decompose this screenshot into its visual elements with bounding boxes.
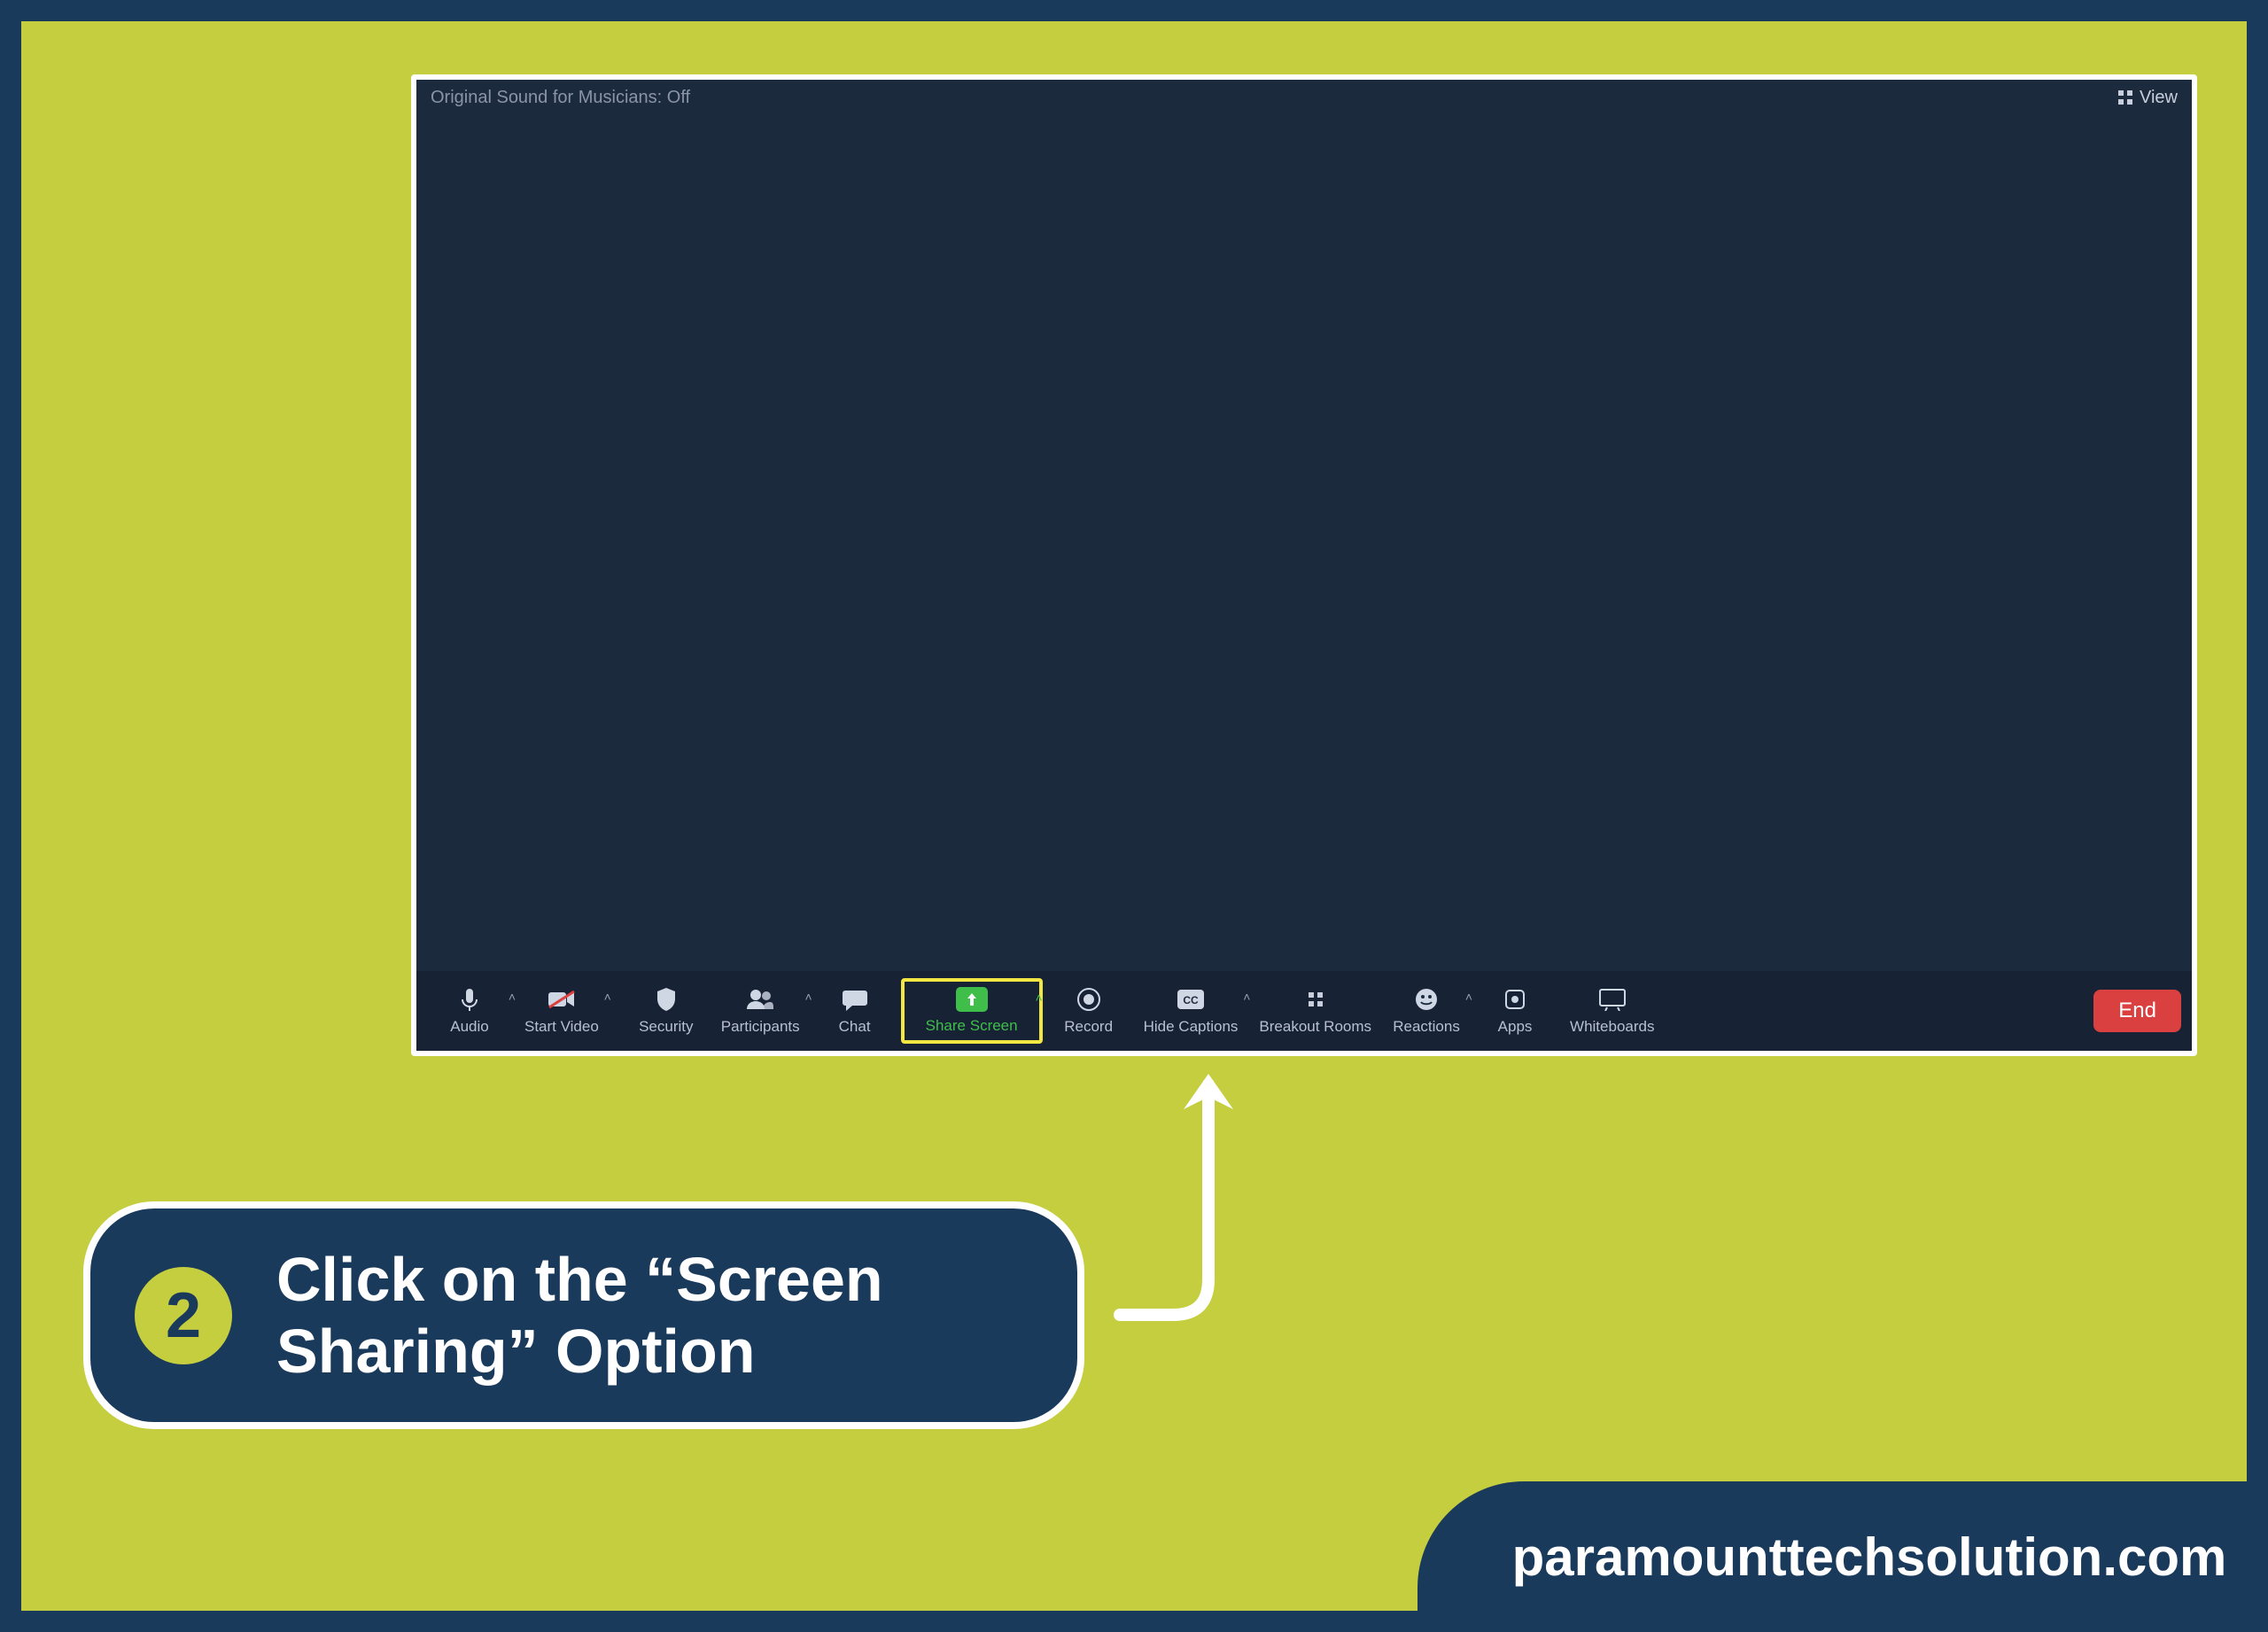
chevron-up-icon[interactable]: ˄ xyxy=(509,990,516,1004)
video-camera-icon xyxy=(547,986,577,1013)
breakout-rooms-label: Breakout Rooms xyxy=(1259,1018,1371,1036)
participants-icon xyxy=(745,986,775,1013)
zoom-meeting-area: Original Sound for Musicians: Off View A… xyxy=(416,80,2192,1051)
slide-frame: Original Sound for Musicians: Off View A… xyxy=(21,21,2247,1611)
original-sound-label: Original Sound for Musicians: Off xyxy=(431,88,690,108)
audio-label: Audio xyxy=(450,1018,488,1036)
reactions-icon xyxy=(1411,986,1441,1013)
shield-icon xyxy=(651,986,681,1013)
participants-button[interactable]: Participants ˄ xyxy=(712,981,809,1041)
chevron-up-icon[interactable]: ˄ xyxy=(804,990,812,1004)
chevron-up-icon[interactable]: ˄ xyxy=(1035,991,1042,1005)
brand-url: paramounttechsolution.com xyxy=(1512,1527,2227,1588)
whiteboard-icon xyxy=(1597,986,1627,1013)
security-button[interactable]: Security xyxy=(624,981,709,1041)
apps-icon xyxy=(1500,986,1530,1013)
zoom-top-bar: Original Sound for Musicians: Off View xyxy=(416,80,2192,115)
zoom-window: Original Sound for Musicians: Off View A… xyxy=(411,74,2197,1056)
end-label: End xyxy=(2118,999,2156,1022)
breakout-rooms-icon xyxy=(1301,986,1331,1013)
whiteboards-label: Whiteboards xyxy=(1570,1018,1654,1036)
view-button[interactable]: View xyxy=(2118,88,2178,108)
record-icon xyxy=(1074,986,1104,1013)
brand-corner: paramounttechsolution.com xyxy=(1418,1481,2268,1632)
instruction-text: Click on the “Screen Sharing” Option xyxy=(276,1244,1015,1387)
chat-label: Chat xyxy=(839,1018,871,1036)
hide-captions-label: Hide Captions xyxy=(1144,1018,1239,1036)
audio-button[interactable]: Audio ˄ xyxy=(427,981,512,1041)
participants-label: Participants xyxy=(721,1018,800,1036)
apps-button[interactable]: Apps xyxy=(1472,981,1557,1041)
whiteboards-button[interactable]: Whiteboards xyxy=(1561,981,1663,1041)
chevron-up-icon[interactable]: ˄ xyxy=(604,990,611,1004)
grid-icon xyxy=(2118,90,2132,105)
start-video-button[interactable]: Start Video ˄ xyxy=(516,981,608,1041)
zoom-toolbar: Audio ˄ Start Video ˄ Security xyxy=(416,971,2192,1051)
original-sound-toggle[interactable]: Original Sound for Musicians: Off xyxy=(431,88,690,108)
instruction-callout: 2 Click on the “Screen Sharing” Option xyxy=(83,1201,1084,1429)
view-label: View xyxy=(2140,88,2178,108)
chevron-up-icon[interactable]: ˄ xyxy=(1465,990,1472,1004)
share-screen-button[interactable]: Share Screen ˄ xyxy=(901,978,1043,1044)
record-button[interactable]: Record xyxy=(1046,981,1131,1041)
hide-captions-button[interactable]: CC Hide Captions ˄ xyxy=(1135,981,1247,1041)
reactions-button[interactable]: Reactions ˄ xyxy=(1384,981,1469,1041)
step-number: 2 xyxy=(166,1279,201,1352)
chat-icon xyxy=(840,986,870,1013)
apps-label: Apps xyxy=(1498,1018,1533,1036)
start-video-label: Start Video xyxy=(524,1018,599,1036)
reactions-label: Reactions xyxy=(1393,1018,1460,1036)
chevron-up-icon[interactable]: ˄ xyxy=(1243,990,1250,1004)
chat-button[interactable]: Chat xyxy=(812,981,897,1041)
breakout-rooms-button[interactable]: Breakout Rooms xyxy=(1250,981,1380,1041)
svg-text:CC: CC xyxy=(1183,994,1199,1006)
step-number-badge: 2 xyxy=(135,1267,232,1364)
share-screen-label: Share Screen xyxy=(926,1017,1018,1035)
record-label: Record xyxy=(1064,1018,1113,1036)
microphone-icon xyxy=(454,986,485,1013)
callout-arrow-icon xyxy=(1111,1067,1235,1333)
closed-captions-icon: CC xyxy=(1176,986,1206,1013)
security-label: Security xyxy=(639,1018,693,1036)
end-button[interactable]: End xyxy=(2093,990,2181,1032)
share-screen-icon xyxy=(956,987,988,1012)
